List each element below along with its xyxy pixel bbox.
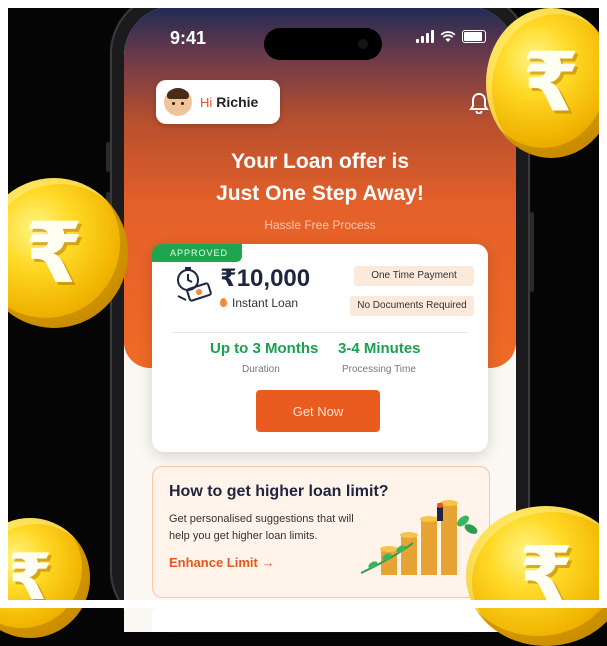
cellular-signal-icon — [416, 30, 434, 43]
get-now-button[interactable]: Get Now — [256, 390, 380, 432]
hero-subtitle: Hassle Free Process — [264, 218, 376, 232]
app-screen: 9:41 Hi Richie Your Loan offer is Just O… — [124, 6, 516, 632]
money-stopwatch-icon — [177, 267, 212, 302]
camera-dot — [358, 39, 368, 49]
hero-title-line1: Your Loan offer is — [230, 150, 410, 173]
duration-value: Up to 3 Months — [210, 340, 319, 357]
greeting-name: Richie — [216, 94, 259, 110]
flame-icon — [220, 298, 227, 307]
loan-type-label: Instant Loan — [232, 296, 299, 310]
hero-title: Your Loan offer is Just One Step Away! — [124, 146, 516, 210]
chip-no-documents: No Documents Required — [350, 296, 474, 316]
growth-leaves-icon — [360, 503, 478, 574]
greeting-chip[interactable]: Hi Richie — [156, 80, 280, 124]
avatar — [164, 88, 192, 116]
next-card-peek — [152, 606, 488, 632]
chip-one-time-payment: One Time Payment — [354, 266, 474, 286]
dynamic-island — [264, 28, 382, 60]
promo-description: Get personalised suggestions that will h… — [169, 513, 354, 542]
phone-power-button — [530, 212, 534, 292]
greeting-hi: Hi — [200, 94, 213, 110]
approved-badge: APPROVED — [152, 244, 243, 262]
duration-label: Duration — [242, 364, 280, 375]
battery-icon — [462, 30, 486, 43]
phone-side-button — [106, 142, 110, 172]
promo-title: How to get higher loan limit? — [169, 483, 389, 500]
rupee-coin-bottom-left: ₹ — [0, 518, 90, 638]
hero-title-line2: Just One Step Away! — [216, 182, 424, 205]
processing-label: Processing Time — [342, 364, 416, 375]
enhance-limit-link[interactable]: Enhance Limit → — [169, 555, 274, 570]
card-divider — [172, 332, 468, 333]
higher-limit-card[interactable]: How to get higher loan limit? Get person… — [152, 466, 490, 598]
loan-offer-card: APPROVED ₹10,000 Instant Loan One Time P… — [152, 244, 488, 452]
processing-value: 3-4 Minutes — [338, 340, 421, 357]
status-icons — [416, 30, 486, 43]
wifi-icon — [440, 30, 456, 42]
loan-amount: ₹10,000 — [220, 265, 311, 292]
rupee-coin-top-right: ₹ — [486, 8, 607, 158]
status-time: 9:41 — [170, 28, 207, 48]
